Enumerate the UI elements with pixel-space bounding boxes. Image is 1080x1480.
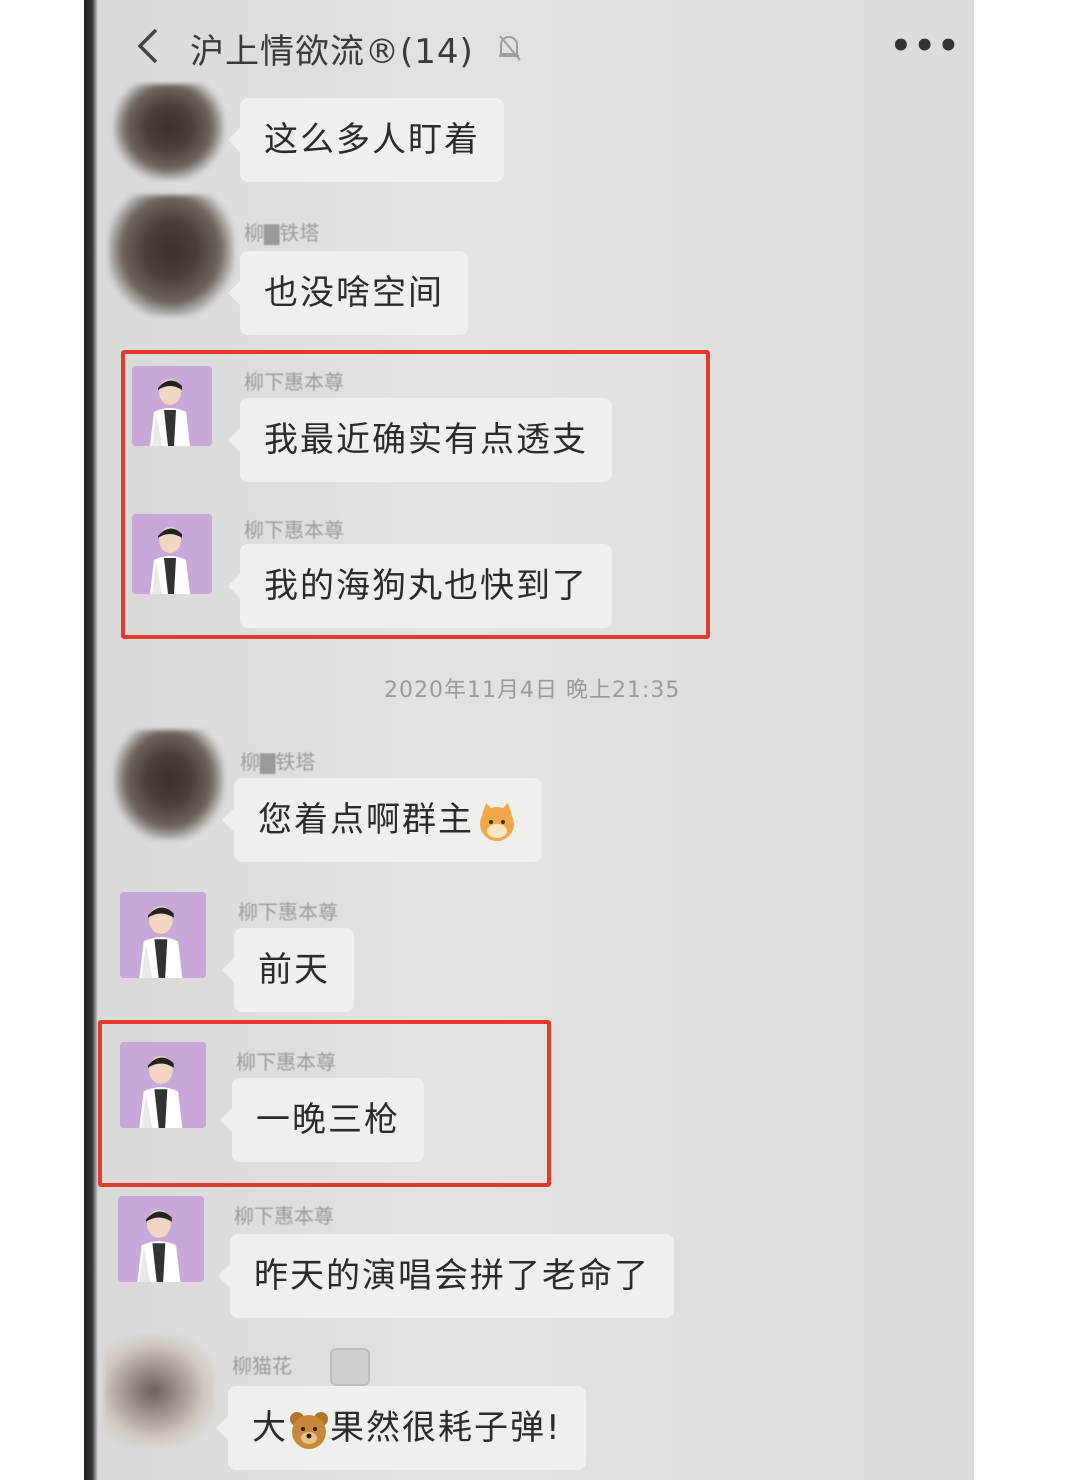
bear-face-icon [290,1411,328,1449]
message-row: 柳▇铁塔 您着点啊群主 [84,720,974,870]
message-row: 这么多人盯着 [84,80,974,190]
timestamp: 2020年11月4日 晚上21:35 [384,678,681,703]
message-bubble[interactable]: 也没啥空间 [228,251,468,335]
avatar[interactable] [118,1196,204,1282]
avatar[interactable] [120,892,206,978]
avatar[interactable] [114,84,224,180]
message-row: 柳下惠本尊 前天 [84,888,974,1018]
more-options-button[interactable]: ••• [890,26,961,66]
sender-name: 柳下惠本尊 [234,1204,334,1228]
message-row: 柳猫花 大 果然很耗子弹! [84,1336,974,1480]
sender-name: 柳猫花 [232,1354,292,1378]
avatar[interactable] [108,195,234,317]
avatar[interactable] [114,730,224,840]
message-row: 柳▇铁塔 也没啥空间 [84,195,974,340]
avatar[interactable] [104,1336,214,1446]
chat-header: 沪上情欲流®(14) ••• [84,0,974,92]
highlight-box [121,350,710,639]
group-title: 沪上情欲流®(14) [190,32,474,72]
message-bubble[interactable]: 大 果然很耗子弹! [216,1386,586,1470]
person-avatar-icon [120,892,206,978]
badge-icon [330,1348,370,1386]
sender-name: 柳下惠本尊 [238,900,338,924]
message-bubble[interactable]: 您着点啊群主 [222,778,542,862]
sender-name: 柳▇铁塔 [244,221,320,245]
sender-name: 柳▇铁塔 [240,750,316,774]
bell-muted-icon [496,32,522,62]
more-dots-icon: ••• [890,26,962,66]
chat-screen: 沪上情欲流®(14) ••• 这么多人盯着 柳▇铁塔 也没啥空间 柳下惠本尊 我… [84,0,974,1480]
message-bubble[interactable]: 前天 [222,928,354,1012]
back-button[interactable] [134,26,174,70]
chevron-left-icon [137,28,158,64]
highlight-box [98,1020,551,1187]
message-text: 您着点啊群主 [258,800,474,840]
message-bubble[interactable]: 昨天的演唱会拼了老命了 [218,1234,674,1318]
message-text: 大 [252,1408,288,1448]
message-bubble[interactable]: 这么多人盯着 [228,98,504,182]
phone-bezel [84,0,98,1480]
cat-face-icon [480,802,514,841]
person-avatar-icon [118,1196,204,1282]
message-row: 柳下惠本尊 昨天的演唱会拼了老命了 [84,1192,974,1332]
message-text: 果然很耗子弹! [330,1408,562,1448]
